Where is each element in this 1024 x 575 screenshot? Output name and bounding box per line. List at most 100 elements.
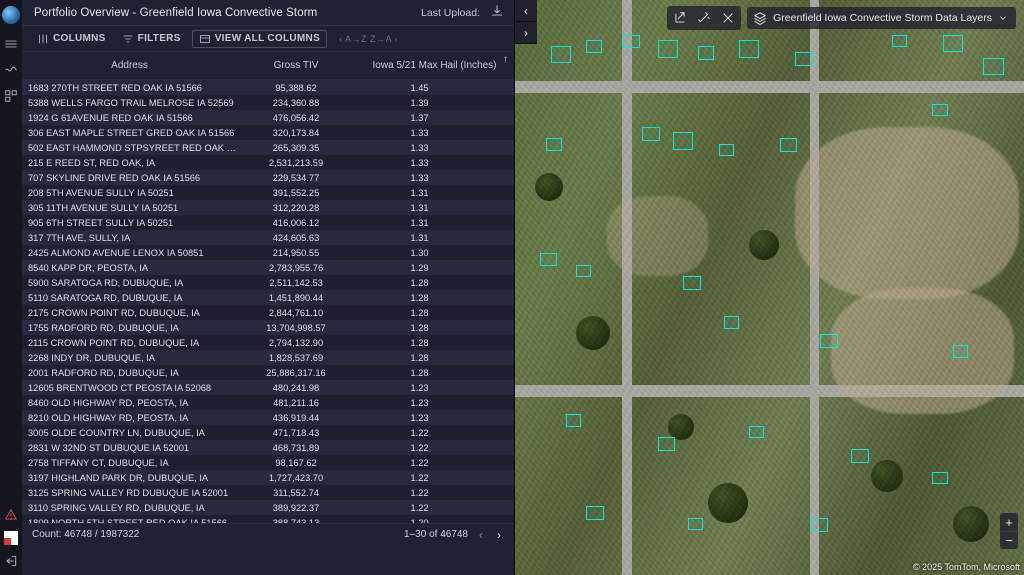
property-footprint[interactable]: [820, 334, 838, 348]
table-row[interactable]: 2425 ALMOND AVENUE LENOX IA 50851214,950…: [22, 245, 514, 260]
table-row[interactable]: 5110 SARATOGA RD, DUBUQUE, IA1,451,890.4…: [22, 290, 514, 305]
cell-gross-tiv: 234,360.88: [237, 98, 355, 108]
data-layers-button[interactable]: Greenfield Iowa Convective Storm Data La…: [747, 7, 1016, 29]
rail-wave-icon[interactable]: [4, 64, 18, 76]
property-footprint[interactable]: [688, 518, 703, 531]
page-prev-icon[interactable]: ‹: [476, 528, 486, 542]
rail-layers-icon[interactable]: [4, 38, 18, 50]
columns-button[interactable]: COLUMNS: [32, 31, 111, 47]
filters-button[interactable]: FILTERS: [117, 31, 186, 47]
table-row[interactable]: 2831 W 32ND ST DUBUQUE IA 52001468,731.8…: [22, 440, 514, 455]
table-row[interactable]: 3125 SPRING VALLEY RD DUBUQUE IA 5200131…: [22, 485, 514, 500]
property-footprint[interactable]: [566, 414, 581, 427]
table-row[interactable]: 215 E REED ST, RED OAK, IA2,531,213.591.…: [22, 155, 514, 170]
table-row[interactable]: 5900 SARATOGA RD, DUBUQUE, IA2,511,142.5…: [22, 275, 514, 290]
table-row[interactable]: 1924 G 61AVENUE RED OAK IA 51566476,056.…: [22, 110, 514, 125]
rail-exit-icon[interactable]: [4, 555, 18, 567]
export-icon[interactable]: [671, 9, 689, 27]
table-row[interactable]: 3110 SPRING VALLEY RD, DUBUQUE, IA389,92…: [22, 500, 514, 515]
rail-color-chip[interactable]: [4, 531, 18, 545]
property-footprint[interactable]: [586, 506, 604, 520]
table-row[interactable]: 502 EAST HAMMOND STPSYREET RED OAK IA 51…: [22, 140, 514, 155]
rail-alert-icon[interactable]: [4, 509, 18, 521]
cell-address: 8460 OLD HIGHWAY RD, PEOSTA, IA: [22, 398, 237, 408]
table-row[interactable]: 707 SKYLINE DRIVE RED OAK IA 51566229,53…: [22, 170, 514, 185]
table-row[interactable]: 905 6TH STREET SULLY IA 50251416,006.121…: [22, 215, 514, 230]
property-footprint[interactable]: [698, 46, 713, 60]
table-row[interactable]: 2001 RADFORD RD, DUBUQUE, IA25,886,317.1…: [22, 365, 514, 380]
crossed-tools-icon[interactable]: [719, 9, 737, 27]
table-row[interactable]: 2268 INDY DR, DUBUQUE, IA1,828,537.691.2…: [22, 350, 514, 365]
table-row[interactable]: 2115 CROWN POINT RD, DUBUQUE, IA2,794,13…: [22, 335, 514, 350]
cell-max-hail: 1.28: [355, 278, 514, 288]
cell-address: 3125 SPRING VALLEY RD DUBUQUE IA 52001: [22, 488, 237, 498]
property-footprint[interactable]: [892, 35, 907, 48]
collapse-left-icon[interactable]: ‹: [515, 0, 537, 22]
property-footprint[interactable]: [586, 40, 601, 53]
table-row[interactable]: 3005 OLDE COUNTRY LN, DUBUQUE, IA471,718…: [22, 425, 514, 440]
property-footprint[interactable]: [546, 138, 562, 151]
table-row[interactable]: 3197 HIGHLAND PARK DR, DUBUQUE, IA1,727,…: [22, 470, 514, 485]
property-footprint[interactable]: [658, 40, 678, 57]
property-footprint[interactable]: [749, 426, 764, 439]
cell-max-hail: 1.28: [355, 338, 514, 348]
property-footprint[interactable]: [576, 265, 591, 278]
table-row[interactable]: 1755 RADFORD RD, DUBUQUE, IA13,704,998.5…: [22, 320, 514, 335]
property-footprint[interactable]: [724, 316, 739, 329]
map-panel[interactable]: ‹ › Greenfield Iowa Convective Storm Dat…: [515, 0, 1024, 575]
property-footprint[interactable]: [642, 127, 660, 141]
property-footprint[interactable]: [683, 276, 701, 290]
view-all-columns-button[interactable]: VIEW ALL COLUMNS: [192, 30, 327, 48]
table-row[interactable]: 1683 270TH STREET RED OAK IA 5156695,388…: [22, 80, 514, 95]
property-footprint[interactable]: [780, 138, 798, 152]
table-row[interactable]: 8460 OLD HIGHWAY RD, PEOSTA, IA481,211.1…: [22, 395, 514, 410]
cell-max-hail: 1.33: [355, 158, 514, 168]
property-footprint[interactable]: [953, 345, 968, 358]
table-row[interactable]: 306 EAST MAPLE STREET GRED OAK IA 515663…: [22, 125, 514, 140]
table-row[interactable]: 2758 TIFFANY CT, DUBUQUE, IA98,167.621.2…: [22, 455, 514, 470]
th-address[interactable]: Address: [22, 60, 237, 71]
property-footprint[interactable]: [943, 35, 963, 52]
table-row[interactable]: 305 11TH AVENUE SULLY IA 50251312,220.28…: [22, 200, 514, 215]
zoom-out-button[interactable]: −: [1000, 531, 1018, 549]
data-panel: Portfolio Overview - Greenfield Iowa Con…: [22, 0, 515, 575]
cell-gross-tiv: 2,783,955.76: [237, 263, 355, 273]
property-footprint[interactable]: [851, 449, 869, 463]
property-footprint[interactable]: [932, 104, 947, 117]
zoom-in-button[interactable]: +: [1000, 513, 1018, 531]
table-row[interactable]: 1809 NORTH 5TH STREET RED OAK IA 5156638…: [22, 515, 514, 523]
th-max-hail[interactable]: Iowa 5/21 Max Hail (Inches): [355, 60, 514, 71]
table-row[interactable]: 317 7TH AVE, SULLY, IA424,605.631.31: [22, 230, 514, 245]
table-row[interactable]: 2175 CROWN POINT RD, DUBUQUE, IA2,844,76…: [22, 305, 514, 320]
table-row[interactable]: 208 5TH AVENUE SULLY IA 50251391,552.251…: [22, 185, 514, 200]
table-row[interactable]: 8210 OLD HIGHWAY RD, PEOSTA, IA436,919.4…: [22, 410, 514, 425]
table-row[interactable]: 5388 WELLS FARGO TRAIL MELROSE IA 525692…: [22, 95, 514, 110]
data-layers-label: Greenfield Iowa Convective Storm Data La…: [773, 12, 992, 24]
cell-address: 2758 TIFFANY CT, DUBUQUE, IA: [22, 458, 237, 468]
property-footprint[interactable]: [739, 40, 759, 57]
magic-wand-icon[interactable]: [695, 9, 713, 27]
app-logo[interactable]: [2, 6, 20, 24]
rail-widgets-icon[interactable]: [4, 90, 18, 102]
table-row[interactable]: 12605 BRENTWOOD CT PEOSTA IA 52068480,24…: [22, 380, 514, 395]
property-footprint[interactable]: [540, 253, 556, 266]
sort-arrow-icon[interactable]: ↑: [503, 54, 508, 65]
property-footprint[interactable]: [810, 518, 828, 532]
property-footprint[interactable]: [983, 58, 1003, 75]
page-title: Portfolio Overview - Greenfield Iowa Con…: [34, 7, 317, 19]
property-footprint[interactable]: [551, 46, 571, 63]
property-footprint[interactable]: [719, 144, 734, 157]
th-gross-tiv[interactable]: Gross TIV: [237, 60, 355, 71]
download-icon[interactable]: [490, 4, 504, 21]
property-footprint[interactable]: [795, 52, 813, 66]
table-body: 1683 270TH STREET RED OAK IA 5156695,388…: [22, 80, 514, 523]
property-footprint[interactable]: [932, 472, 947, 485]
table-footer: Count: 46748 / 1987322 1–30 of 46748 ‹ ›: [22, 523, 514, 545]
page-next-icon[interactable]: ›: [494, 528, 504, 542]
property-footprint[interactable]: [622, 35, 640, 49]
property-footprint[interactable]: [658, 437, 676, 451]
expand-right-icon[interactable]: ›: [515, 22, 537, 44]
table-row[interactable]: 8540 KAPP DR, PEOSTA, IA2,783,955.761.29: [22, 260, 514, 275]
property-footprint[interactable]: [673, 132, 693, 149]
cell-gross-tiv: 424,605.63: [237, 233, 355, 243]
